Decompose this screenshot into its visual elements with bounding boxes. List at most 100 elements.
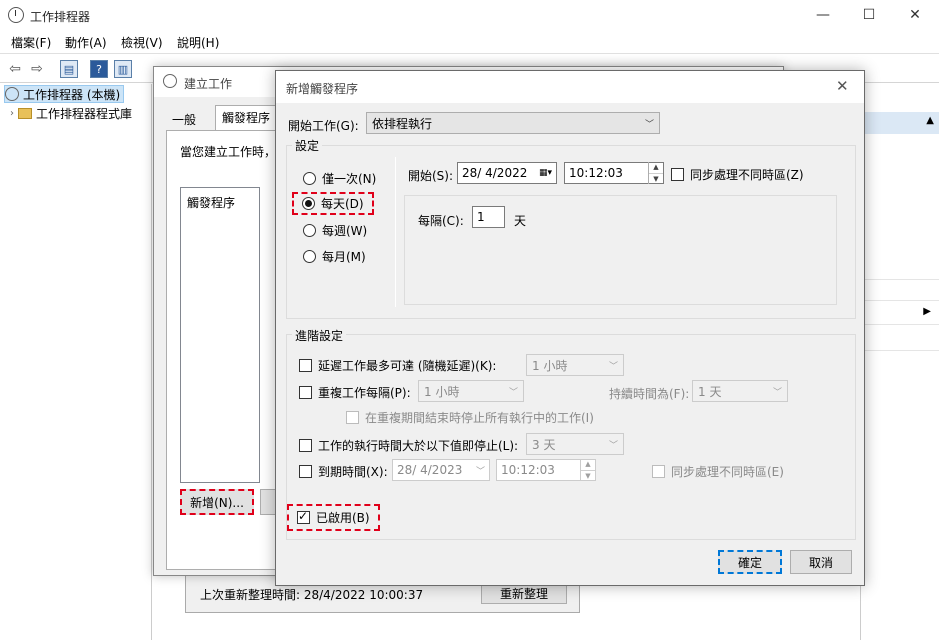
stop-longer-label: 工作的執行時間大於以下值即停止(L): (318, 439, 519, 453)
option-daily[interactable]: 每天(D) (292, 192, 374, 215)
action-pane-icon[interactable]: ▥ (112, 58, 134, 80)
stop-longer-checkbox[interactable] (299, 439, 312, 452)
tree-item-label: 工作排程器 (本機) (23, 87, 121, 102)
close-button[interactable]: ✕ (892, 0, 938, 31)
recur-days-value: 1 (477, 210, 485, 224)
submenu-arrow-icon[interactable]: ▶ (923, 306, 931, 317)
radio-once[interactable] (303, 172, 316, 185)
create-task-title: 建立工作 (184, 77, 233, 91)
time-spinner[interactable]: ▲ ▼ (580, 459, 595, 481)
radio-daily[interactable] (302, 197, 315, 210)
delay-option[interactable]: 延遲工作最多可達 (隨機延遲)(K): (299, 357, 496, 374)
stop-at-end-option[interactable]: 在重複期間結束時停止所有執行中的工作(I) (346, 409, 594, 426)
radio-monthly[interactable] (303, 250, 316, 263)
duration-select[interactable]: 1 天 ﹀ (692, 380, 788, 402)
repeat-select[interactable]: 1 小時 ﹀ (418, 380, 524, 402)
ok-button[interactable]: 確定 (718, 550, 782, 574)
chevron-down-icon: ﹀ (644, 119, 654, 130)
expire-label: 到期時間(X): (318, 465, 388, 479)
option-daily-label: 每天(D) (321, 197, 364, 211)
sync-timezone-checkbox[interactable] (671, 168, 684, 181)
tab-triggers[interactable]: 觸發程序 (215, 105, 278, 132)
radio-weekly[interactable] (303, 224, 316, 237)
expire-date-field[interactable]: 28/ 4/2023 ﹀ (392, 459, 490, 481)
chevron-down-icon[interactable]: ﹀ (476, 464, 485, 477)
settings-group-label: 設定 (292, 137, 323, 154)
delay-checkbox[interactable] (299, 359, 312, 372)
triggers-list[interactable]: 觸發程序 (180, 187, 260, 483)
expire-time-value: 10:12:03 (501, 463, 555, 477)
chevron-down-icon: ﹀ (508, 387, 518, 398)
tree-item-library[interactable]: › 工作排程器程式庫 (10, 104, 132, 122)
clock-icon (5, 87, 19, 101)
stop-longer-option[interactable]: 工作的執行時間大於以下值即停止(L): (299, 437, 518, 454)
sync-timezone-option[interactable]: 同步處理不同時區(Z) (671, 166, 804, 183)
recur-days-field[interactable]: 1 (472, 206, 505, 228)
menu-view[interactable]: 檢視(V) (121, 34, 163, 51)
cancel-button[interactable]: 取消 (790, 550, 852, 574)
recur-unit: 天 (514, 214, 527, 228)
new-trigger-dialog: 新增觸發程序 ✕ 開始工作(G): 依排程執行 ﹀ 設定 僅一次(N) 每天(D… (275, 70, 865, 586)
enabled-option[interactable]: 已啟用(B) (287, 504, 380, 531)
new-trigger-titlebar: 新增觸發程序 ✕ (276, 71, 864, 103)
back-arrow-icon[interactable]: ⇦ (4, 58, 26, 80)
option-weekly[interactable]: 每週(W) (303, 222, 367, 239)
folder-icon (18, 107, 32, 119)
console-tree-icon[interactable]: ▤ (58, 58, 80, 80)
repeat-checkbox[interactable] (299, 386, 312, 399)
clock-icon (8, 7, 24, 23)
expire-option[interactable]: 到期時間(X): (299, 463, 388, 480)
help-icon[interactable]: ? (88, 58, 110, 80)
expire-sync-option[interactable]: 同步處理不同時區(E) (652, 463, 784, 480)
time-spinner[interactable]: ▲ ▼ (648, 162, 663, 184)
enabled-label: 已啟用(B) (316, 511, 370, 525)
advanced-group-label: 進階設定 (292, 327, 347, 344)
expire-checkbox[interactable] (299, 465, 312, 478)
enabled-checkbox[interactable] (297, 509, 310, 524)
repeat-label: 重複工作每隔(P): (318, 386, 411, 400)
option-once[interactable]: 僅一次(N) (303, 170, 376, 187)
console-tree: 工作排程器 (本機) › 工作排程器程式庫 (0, 84, 152, 640)
menu-help[interactable]: 說明(H) (177, 34, 219, 51)
main-titlebar: 工作排程器 — ☐ ✕ (0, 0, 939, 31)
sync-timezone-label: 同步處理不同時區(Z) (690, 168, 804, 182)
edit-trigger-button-partial[interactable] (260, 489, 276, 515)
start-date-value: 28/ 4/2022 (462, 166, 528, 180)
calendar-dropdown-icon[interactable]: ▦▾ (539, 168, 552, 178)
chevron-right-icon[interactable]: › (10, 108, 14, 119)
recur-label: 每隔(C): (418, 214, 464, 228)
new-trigger-title: 新增觸發程序 (286, 82, 359, 96)
maximize-button[interactable]: ☐ (846, 0, 892, 31)
begin-task-value: 依排程執行 (372, 116, 433, 131)
menu-action[interactable]: 動作(A) (65, 34, 107, 51)
close-icon[interactable]: ✕ (836, 77, 849, 95)
option-monthly[interactable]: 每月(M) (303, 248, 366, 265)
clock-icon (163, 74, 177, 88)
actions-divider (861, 300, 939, 301)
stop-at-end-checkbox[interactable] (346, 411, 359, 424)
tab-general[interactable]: 一般 (166, 108, 203, 131)
tree-item-local[interactable]: 工作排程器 (本機) (4, 85, 124, 103)
expire-time-field[interactable]: 10:12:03 ▲ ▼ (496, 459, 596, 481)
actions-pane: ▲ ▶ (860, 84, 939, 640)
repeat-option[interactable]: 重複工作每隔(P): (299, 384, 411, 401)
chevron-down-icon: ﹀ (608, 361, 618, 372)
collapse-up-icon[interactable]: ▲ (926, 115, 934, 126)
delay-select[interactable]: 1 小時 ﹀ (526, 354, 624, 376)
begin-task-select[interactable]: 依排程執行 ﹀ (366, 112, 660, 134)
start-date-field[interactable]: 28/ 4/2022 ▦▾ (457, 162, 557, 184)
settings-divider (395, 157, 396, 307)
expire-sync-checkbox[interactable] (652, 465, 665, 478)
actions-divider (861, 279, 939, 280)
last-refresh-text: 上次重新整理時間: 28/4/2022 10:00:37 (200, 588, 424, 602)
forward-arrow-icon[interactable]: ⇨ (26, 58, 48, 80)
tree-item-label: 工作排程器程式庫 (36, 106, 133, 121)
new-trigger-button[interactable]: 新增(N)... (180, 489, 254, 515)
create-task-description: 當您建立工作時， (180, 145, 277, 159)
duration-label: 持續時間為(F): (609, 387, 690, 401)
minimize-button[interactable]: — (800, 0, 846, 31)
start-time-field[interactable]: 10:12:03 ▲ ▼ (564, 162, 664, 184)
stop-longer-select[interactable]: 3 天 ﹀ (526, 433, 624, 455)
duration-value: 1 天 (698, 384, 722, 399)
menu-file[interactable]: 檔案(F) (11, 34, 51, 51)
